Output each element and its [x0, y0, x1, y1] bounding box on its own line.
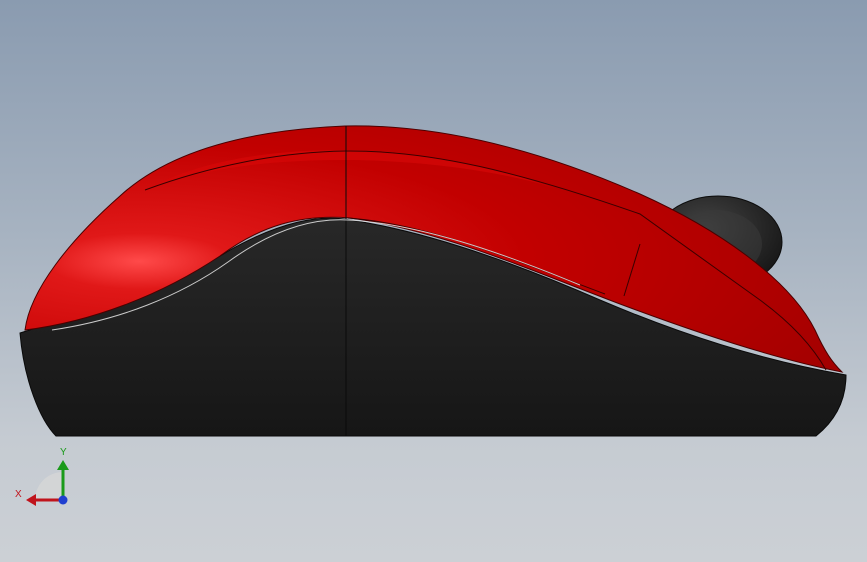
triad-plane-indicator: [35, 472, 63, 500]
triad-y-arrow: [57, 460, 69, 470]
cad-scene[interactable]: Y X: [0, 0, 867, 562]
view-orientation-triad[interactable]: Y X: [15, 447, 69, 506]
triad-z-axis: [58, 495, 68, 505]
triad-x-arrow: [26, 494, 36, 506]
graphics-viewport[interactable]: Y X: [0, 0, 867, 562]
triad-y-label: Y: [60, 447, 67, 458]
triad-x-label: X: [15, 489, 22, 500]
